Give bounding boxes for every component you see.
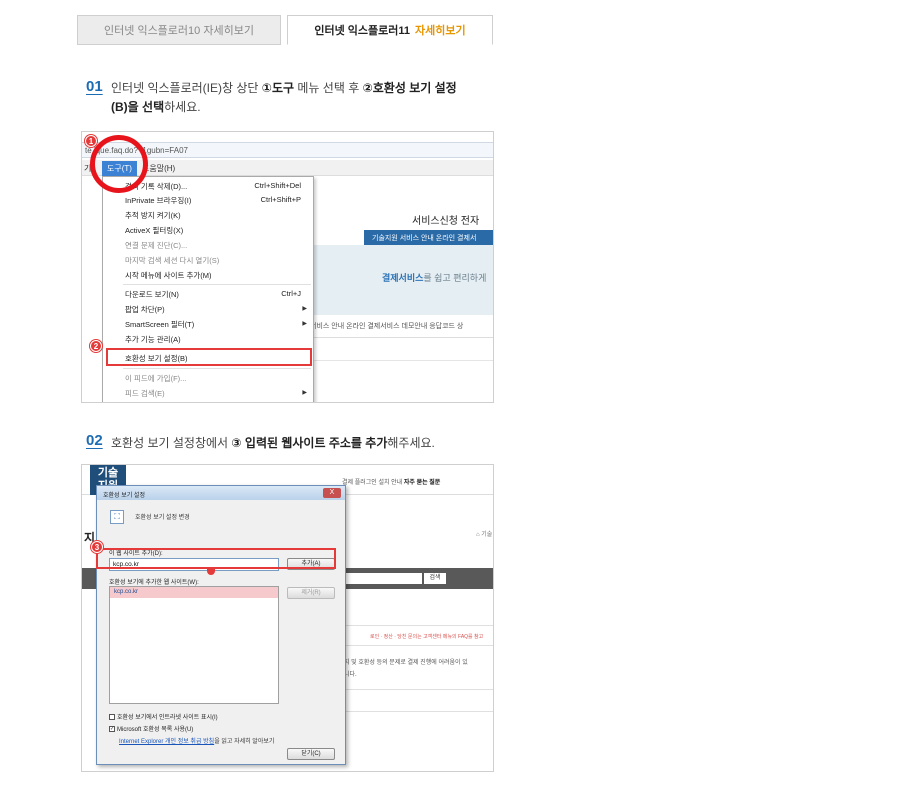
menu-item-downloads: 다운로드 보기(N) [125,290,179,299]
checkbox-label: Microsoft 호환성 목록 사용(U) [117,727,194,733]
menu-item-subscribe-feed: 이 피드에 가입(F)... [125,374,187,383]
step-1-number: 01 [86,78,103,95]
page-search-input [344,573,422,584]
tab-ie11-accent: 자세히보기 [415,25,466,37]
divider [346,645,493,646]
menu-item-addons: 추가 기능 관리(A) [125,335,181,344]
submenu-arrow-icon: ▶ [302,321,307,327]
browser-version-tabs: 인터넷 익스플로러10 자세히보기 인터넷 익스플로러11 자세히보기 [77,15,493,45]
divider [314,337,493,338]
menu-item-popup: 팝업 차단(P) [125,305,165,314]
highlight-compat-item [106,348,312,366]
page-banner-text: 결제서비스를 쉽고 편리하게 [382,271,486,284]
privacy-link-line: Internet Explorer 개인 정보 취급 방침을 읽고 자세히 알아… [119,736,274,745]
menu-item-feed-search: 피드 검색(E) [125,389,165,398]
step-1-text-c: 메뉴 선택 후 [294,81,363,95]
privacy-link-rest: 을 읽고 자세히 알아보기 [214,739,275,745]
menu-item-diagnose: 연결 문제 진단(C)... [125,241,188,250]
step-2-text-c: 해주세요. [387,436,435,450]
step-2-text: 호환성 보기 설정창에서 ③ 입력된 웹사이트 주소를 추가해주세요. [111,434,435,453]
divider [346,711,493,712]
page-nav-b: 자주 묻는 질문 [403,480,441,486]
intranet-checkbox: 호환성 보기에서 인트라넷 사이트 표시(I) [109,712,218,721]
step-2-text-a: 호환성 보기 설정창에서 [111,436,232,450]
menu-separator [123,368,311,369]
checkbox-icon [109,713,115,720]
page-nav-a: 결제 플러그인 설치 안내 [342,480,404,486]
step-2-number: 02 [86,432,103,449]
site-list-label: 호환성 보기에 추가한 웹 사이트(W): [109,580,199,586]
submenu-arrow-icon: ▶ [302,390,307,396]
page-sub-nav: 서비스 안내 온라인 결제서비스 데모안내 응답코드 상 [310,323,464,330]
tab-ie10-label: 인터넷 익스플로러10 자세히보기 [104,25,254,37]
divider [346,689,493,690]
tools-dropdown-menu: 검색 기록 삭제(D)... Ctrl+Shift+Del InPrivate … [102,176,314,402]
menu-item-reopen: 마지막 검색 세션 다시 열기(S) [125,256,220,265]
dialog-title: 호환성 보기 설정 [97,486,345,500]
menu-item-activex: ActiveX 필터링(X) [125,226,184,235]
page-banner-rest: 를 쉽고 편리하게 [423,273,487,283]
compat-settings-dialog: 호환성 보기 설정 X ⛶ 호환성 보기 설정 변경 이 웹 사이트 추가(D)… [96,485,346,765]
page-header-links: 서비스신청 전자 [412,216,480,227]
menu-item-smartscreen: SmartScreen 필터(T) [125,320,195,329]
tab-ie11[interactable]: 인터넷 익스플로러11 자세히보기 [287,15,493,45]
menu-shortcut: Ctrl+Shift+Del [254,181,301,190]
step-badge-1: 1 [85,135,97,147]
page-blue-nav: 기술지원 서비스 안내 온라인 결제서 [364,230,493,245]
checkmark-icon: ✓ [109,725,115,732]
step-2-text-b: ③ 입력된 웹사이트 주소를 추가 [231,436,388,450]
page-search-button: 검색 [424,573,446,584]
close-button: 닫기(C) [287,748,335,760]
menu-shortcut: Ctrl+Shift+P [260,195,301,204]
step-1-text-d: ②호환성 보기 설정 [362,81,457,95]
highlight-add-site [96,548,336,569]
menu-shortcut: Ctrl+J [281,289,301,298]
faq-note: 로인 · 정산 · 당친 문의는 고객센터 메뉴의 FAQ를 참고 [370,634,484,640]
tab-ie11-label: 인터넷 익스플로러11 [314,25,411,37]
privacy-link: Internet Explorer 개인 정보 취급 방침 [119,739,215,745]
ms-list-checkbox: ✓ Microsoft 호환성 목록 사용(U) [109,724,193,733]
dialog-header: 호환성 보기 설정 변경 [135,515,190,521]
list-item: kcp.co.kr [110,587,278,598]
step-1-text-e: (B)을 선택 [111,100,165,114]
menu-item-inprivate: InPrivate 브라우징(I) [125,196,192,205]
menu-item-tracking: 추적 방지 켜기(K) [125,211,181,220]
screenshot-ie-tools-menu: te ique.faq.do? f1gubn=FA07 기( 도구(T) 도움말… [81,131,494,403]
remove-button: 제거(R) [287,587,335,599]
menu-separator [123,284,311,285]
step-1-text-a: 인터넷 익스플로러(IE)창 상단 [111,81,262,95]
submenu-arrow-icon: ▶ [302,306,307,312]
tab-ie10[interactable]: 인터넷 익스플로러10 자세히보기 [77,15,281,45]
site-list: kcp.co.kr [109,586,279,704]
page-top-nav: 결제 플러그인 설치 안내 자주 묻는 질문 [342,477,440,486]
checkbox-label: 호환성 보기에서 인트라넷 사이트 표시(I) [117,715,218,721]
close-icon: X [323,488,341,498]
divider [314,360,493,361]
step-1-text-f: 하세요. [164,100,201,114]
step-badge-2: 2 [90,340,102,352]
compat-view-icon: ⛶ [110,510,124,524]
step-1-text: 인터넷 익스플로러(IE)창 상단 ①도구 메뉴 선택 후 ②호환성 보기 설정… [111,79,457,117]
highlight-circle-tools [90,135,148,193]
screenshot-compat-dialog: 기술지원 결제 플러그인 설치 안내 자주 묻는 질문 지 ⌂ 기술 검색 로인… [81,464,494,772]
page-body-text-1: 지 및 호환성 등의 문제로 결제 진행에 어려움이 있 [344,660,468,666]
page-banner-bold: 결제서비스 [382,273,424,283]
breadcrumb: ⌂ 기술 [476,532,493,538]
menu-item-start-menu: 시작 메뉴에 사이트 추가(M) [125,271,212,280]
step-1-text-b: ①도구 [261,81,295,95]
step-badge-3: 3 [91,541,103,553]
divider [346,625,493,626]
